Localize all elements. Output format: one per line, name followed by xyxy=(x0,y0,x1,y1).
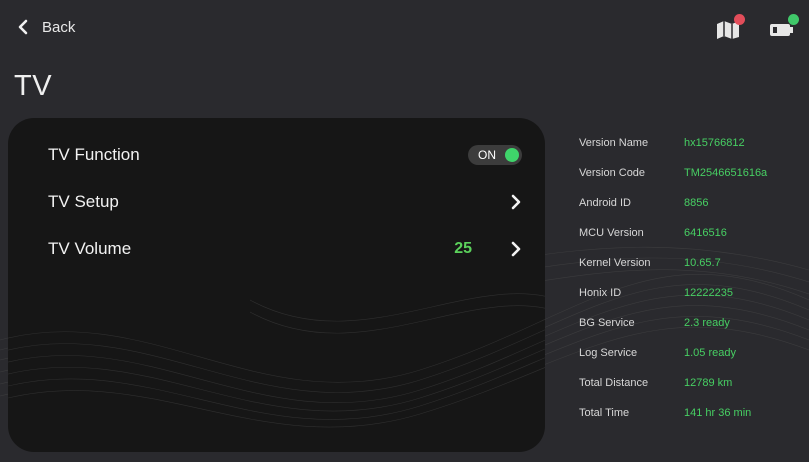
info-value: TM2546651616a xyxy=(684,167,768,179)
info-key: Version Name xyxy=(579,137,649,149)
info-value: 2.3 ready xyxy=(684,317,730,329)
info-row: Kernel Version 10.65.7 xyxy=(579,248,799,278)
info-value: 8856 xyxy=(684,197,709,209)
info-value: 12222235 xyxy=(684,287,733,299)
status-icons xyxy=(715,14,799,40)
page-title: TV xyxy=(14,70,53,102)
tv-function-label: TV Function xyxy=(48,145,140,164)
info-value: 10.65.7 xyxy=(684,257,721,269)
map-error-icon[interactable] xyxy=(715,14,745,40)
chevron-left-icon xyxy=(18,19,28,35)
toggle-state-text: ON xyxy=(478,148,496,162)
info-key: MCU Version xyxy=(579,227,644,239)
info-row: Total Distance 12789 km xyxy=(579,368,799,398)
tv-volume-value: 25 xyxy=(454,240,472,257)
info-row: Android ID 8856 xyxy=(579,188,799,218)
back-label: Back xyxy=(42,18,76,36)
info-row: BG Service 2.3 ready xyxy=(579,308,799,338)
tv-setup-row[interactable]: TV Setup xyxy=(48,187,522,217)
info-row: Honix ID 12222235 xyxy=(579,278,799,308)
tv-function-row[interactable]: TV Function ON xyxy=(48,140,522,170)
back-button[interactable]: Back xyxy=(14,18,75,36)
info-key: Total Distance xyxy=(579,377,649,389)
info-row: MCU Version 6416516 xyxy=(579,218,799,248)
info-key: Kernel Version xyxy=(579,257,651,269)
tv-volume-row[interactable]: TV Volume 25 xyxy=(48,234,522,264)
info-key: Honix ID xyxy=(579,287,622,299)
device-info-list: Version Name hx15766812 Version Code TM254… xyxy=(579,128,799,428)
info-value: 1.05 ready xyxy=(684,347,736,359)
tv-setup-label: TV Setup xyxy=(48,192,119,211)
info-value: 141 hr 36 min xyxy=(684,407,752,419)
chevron-right-icon xyxy=(511,241,521,257)
top-bar: Back xyxy=(0,0,809,60)
tv-function-toggle[interactable]: ON xyxy=(468,145,522,165)
toggle-knob xyxy=(505,148,519,162)
info-value: hx15766812 xyxy=(684,137,745,149)
chevron-right-icon xyxy=(511,194,521,210)
info-key: BG Service xyxy=(579,317,635,329)
info-row: Version Code TM2546651616a xyxy=(579,158,799,188)
info-row: Version Name hx15766812 xyxy=(579,128,799,158)
info-key: Android ID xyxy=(579,197,631,209)
info-key: Log Service xyxy=(579,347,638,359)
settings-panel: TV Function ON TV Setup TV Volume 25 xyxy=(8,118,545,452)
tv-volume-label: TV Volume xyxy=(48,239,132,258)
info-value: 6416516 xyxy=(684,227,727,239)
info-row: Total Time 141 hr 36 min xyxy=(579,398,799,428)
battery-ok-icon[interactable] xyxy=(769,14,799,40)
info-row: Log Service 1.05 ready xyxy=(579,338,799,368)
info-key: Version Code xyxy=(579,167,646,179)
info-key: Total Time xyxy=(579,407,630,419)
info-value: 12789 km xyxy=(684,377,733,389)
